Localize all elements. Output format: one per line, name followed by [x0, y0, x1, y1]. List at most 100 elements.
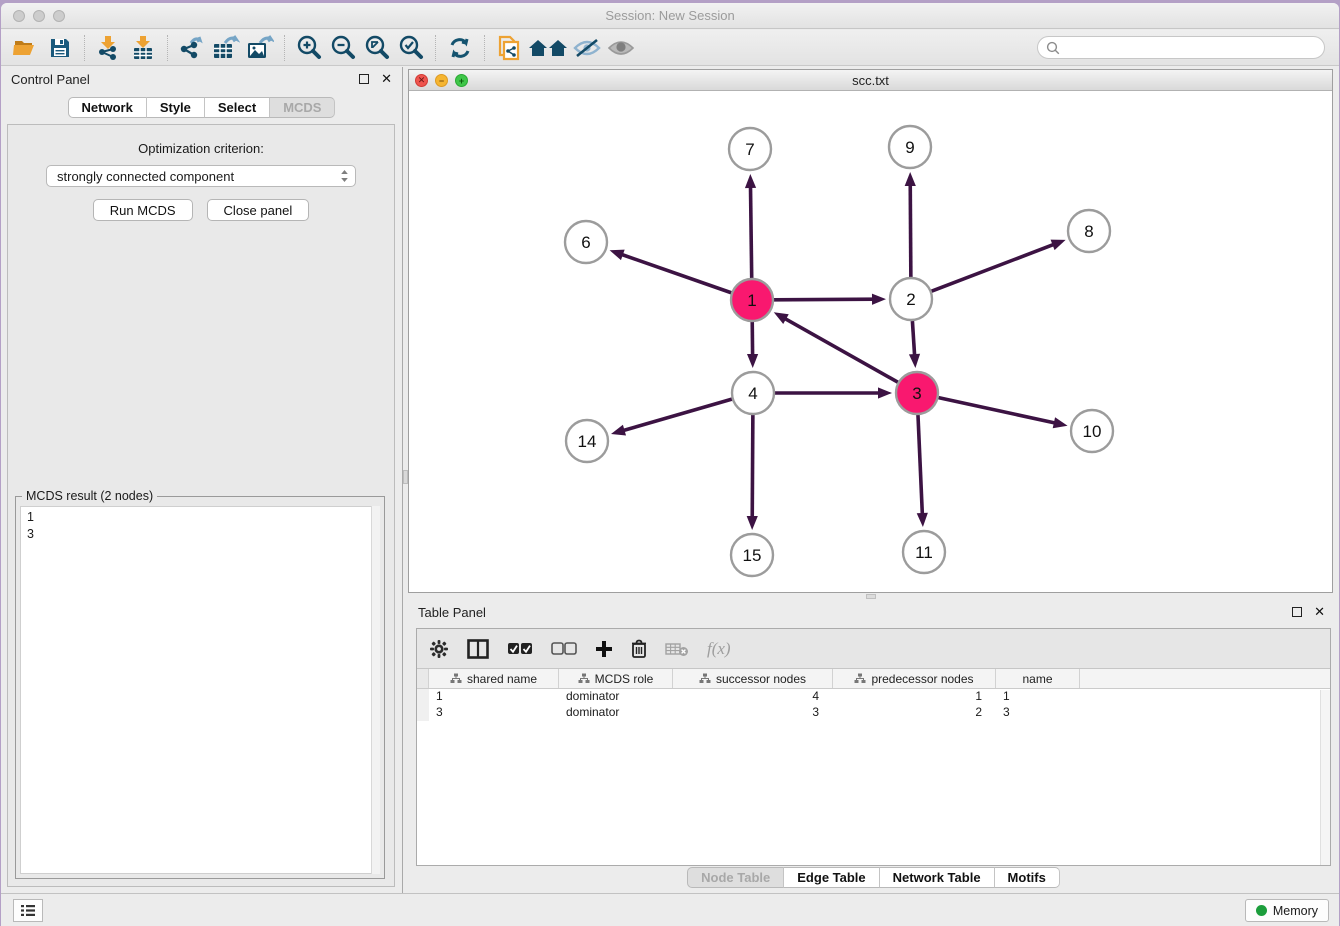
show-columns-button[interactable] [467, 639, 489, 659]
graph-edge[interactable] [783, 318, 897, 383]
cell-name[interactable]: 1 [996, 689, 1080, 705]
close-panel-icon[interactable]: ✕ [381, 74, 392, 84]
float-panel-icon[interactable] [1292, 607, 1302, 617]
graph-edge[interactable] [932, 244, 1056, 291]
column-header-MCDS-role[interactable]: MCDS role [559, 669, 673, 688]
table-panel-title: Table Panel [418, 605, 486, 620]
criterion-dropdown[interactable]: strongly connected component [46, 165, 356, 187]
zoom-selected-button[interactable] [394, 33, 428, 63]
show-all-button[interactable] [604, 33, 638, 63]
import-table-button[interactable] [126, 33, 160, 63]
column-header-predecessor-nodes[interactable]: predecessor nodes [833, 669, 996, 688]
table-row[interactable]: 1dominator411 [417, 689, 1330, 705]
search-box[interactable] [1037, 36, 1325, 59]
graph-edge[interactable] [938, 398, 1056, 424]
task-history-button[interactable] [13, 899, 43, 922]
column-header-shared-name[interactable]: shared name [429, 669, 559, 688]
horizontal-splitter[interactable] [408, 593, 1339, 600]
graph-edge-arrowhead [1051, 240, 1066, 250]
close-panel-button[interactable]: Close panel [207, 199, 310, 221]
graph-edge-arrowhead [1053, 417, 1068, 428]
graph-edge-arrowhead [917, 513, 928, 527]
hide-selected-button[interactable] [570, 33, 604, 63]
eye-slash-icon [572, 37, 602, 59]
cell-shared-name[interactable]: 3 [429, 705, 559, 721]
export-image-button[interactable] [243, 33, 277, 63]
splitter-grip[interactable] [866, 594, 876, 599]
cell-name[interactable]: 3 [996, 705, 1080, 721]
eye-icon [606, 37, 636, 59]
function-builder-button[interactable]: f(x) [707, 639, 731, 659]
graph-edge[interactable] [620, 254, 731, 293]
import-network-button[interactable] [92, 33, 126, 63]
cell-shared-name[interactable]: 1 [429, 689, 559, 705]
toolbar-separator [484, 35, 485, 61]
toolbar-separator [167, 35, 168, 61]
search-input[interactable] [1064, 41, 1314, 55]
graph-edge[interactable] [750, 185, 751, 278]
deselect-all-button[interactable] [551, 642, 577, 656]
column-header-name[interactable]: name [996, 669, 1080, 688]
column-type-icon [450, 673, 462, 684]
column-header-label: name [1022, 672, 1052, 686]
graph-edge[interactable] [918, 415, 922, 516]
graph-node-label: 4 [748, 384, 757, 403]
refresh-view-button[interactable] [443, 33, 477, 63]
network-document-icon [496, 34, 522, 62]
zoom-in-button[interactable] [292, 33, 326, 63]
graph-node-label: 3 [912, 384, 921, 403]
cell-successor-nodes[interactable]: 3 [673, 705, 833, 721]
table-tab-node-table[interactable]: Node Table [687, 867, 784, 888]
delete-column-button[interactable] [631, 639, 647, 658]
graph-edge[interactable] [774, 299, 875, 300]
column-header-successor-nodes[interactable]: successor nodes [673, 669, 833, 688]
table-tab-network-table[interactable]: Network Table [880, 867, 995, 888]
window-title: Session: New Session [1, 8, 1339, 23]
memory-button[interactable]: Memory [1245, 899, 1329, 922]
graph-edge[interactable] [752, 415, 753, 519]
graph-edge-arrowhead [747, 354, 758, 368]
table-row[interactable]: 3dominator323 [417, 705, 1330, 721]
save-session-button[interactable] [43, 33, 77, 63]
home-layout-button[interactable] [526, 33, 570, 63]
tab-style[interactable]: Style [147, 97, 205, 118]
cell-predecessor-nodes[interactable]: 1 [833, 689, 996, 705]
network-window-titlebar[interactable]: ✕ − + scc.txt [409, 70, 1332, 91]
cell-MCDS-role[interactable]: dominator [559, 689, 673, 705]
toolbar-separator [84, 35, 85, 61]
close-panel-icon[interactable]: ✕ [1314, 607, 1325, 617]
network-canvas[interactable]: 7968124314101511 [409, 91, 1334, 592]
mcds-result-list[interactable]: 13 [20, 506, 380, 874]
table-tab-edge-table[interactable]: Edge Table [784, 867, 879, 888]
import-table-icon [131, 35, 155, 61]
graph-edge[interactable] [910, 183, 911, 277]
run-mcds-button[interactable]: Run MCDS [93, 199, 193, 221]
table-tab-motifs[interactable]: Motifs [995, 867, 1060, 888]
tab-select[interactable]: Select [205, 97, 270, 118]
delete-table-button[interactable] [665, 641, 689, 657]
graph-edge[interactable] [622, 399, 732, 431]
select-all-button[interactable] [507, 642, 533, 656]
network-overview-button[interactable] [492, 33, 526, 63]
cell-MCDS-role[interactable]: dominator [559, 705, 673, 721]
graph-edge[interactable] [912, 321, 914, 357]
zoom-fit-button[interactable] [360, 33, 394, 63]
table-tabs: Node TableEdge TableNetwork TableMotifs [408, 867, 1339, 888]
add-column-button[interactable] [595, 640, 613, 658]
table-scrollbar[interactable] [1320, 690, 1330, 865]
table-settings-button[interactable] [429, 639, 449, 659]
graph-edge-arrowhead [909, 354, 920, 368]
zoom-out-button[interactable] [326, 33, 360, 63]
graph-edge-arrowhead [774, 312, 789, 324]
search-icon [1046, 41, 1060, 55]
float-panel-icon[interactable] [359, 74, 369, 84]
export-network-button[interactable] [175, 33, 209, 63]
export-table-button[interactable] [209, 33, 243, 63]
tab-network[interactable]: Network [68, 97, 147, 118]
cell-successor-nodes[interactable]: 4 [673, 689, 833, 705]
result-scrollbar[interactable] [371, 506, 380, 874]
tab-mcds[interactable]: MCDS [270, 97, 335, 118]
open-session-button[interactable] [9, 33, 43, 63]
column-header-label: MCDS role [595, 672, 654, 686]
cell-predecessor-nodes[interactable]: 2 [833, 705, 996, 721]
